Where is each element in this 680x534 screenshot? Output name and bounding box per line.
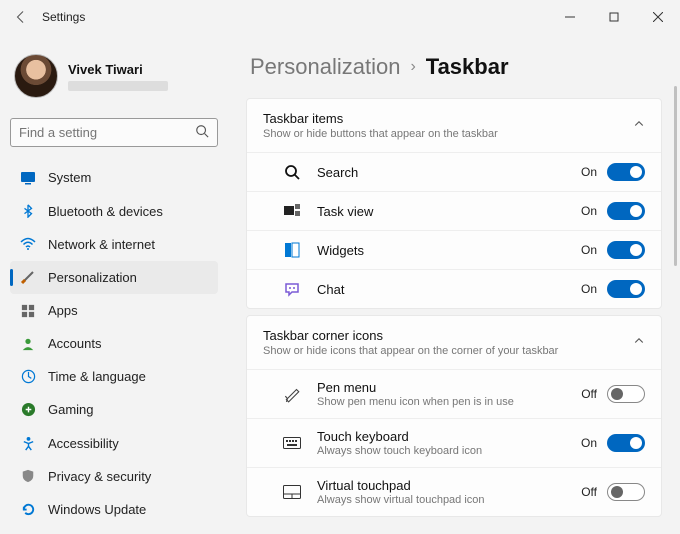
- row-task-view: Task view On: [247, 191, 661, 230]
- chevron-right-icon: ›: [410, 58, 415, 76]
- breadcrumb: Personalization › Taskbar: [250, 54, 662, 80]
- update-icon: [20, 501, 36, 517]
- toggle-virtual-touchpad[interactable]: [607, 483, 645, 501]
- maximize-button[interactable]: [592, 2, 636, 32]
- toggle-task-view[interactable]: [607, 202, 645, 220]
- titlebar: Settings: [0, 0, 680, 34]
- toggle-pen-menu[interactable]: [607, 385, 645, 403]
- system-icon: [20, 170, 36, 186]
- row-chat: Chat On: [247, 269, 661, 308]
- corner-icons-header[interactable]: Taskbar corner icons Show or hide icons …: [247, 316, 661, 369]
- close-button[interactable]: [636, 2, 680, 32]
- profile-email-redacted: [68, 81, 168, 91]
- chevron-up-icon: [633, 118, 645, 133]
- row-search: Search On: [247, 152, 661, 191]
- sidebar-item-privacy-security[interactable]: Privacy & security: [10, 460, 218, 493]
- back-button[interactable]: [12, 8, 30, 26]
- main-content: Personalization › Taskbar Taskbar items …: [228, 34, 680, 534]
- window-title: Settings: [42, 10, 85, 24]
- sidebar-item-personalization[interactable]: Personalization: [10, 261, 218, 294]
- sidebar-item-system[interactable]: System: [10, 161, 218, 194]
- breadcrumb-parent[interactable]: Personalization: [250, 54, 400, 80]
- row-touch-keyboard: Touch keyboard Always show touch keyboar…: [247, 418, 661, 467]
- avatar: [14, 54, 58, 98]
- window-controls: [548, 2, 680, 32]
- row-widgets: Widgets On: [247, 230, 661, 269]
- search-input[interactable]: [19, 125, 195, 140]
- pen-icon: [283, 385, 301, 403]
- sidebar-item-apps[interactable]: Apps: [10, 294, 218, 327]
- apps-icon: [20, 303, 36, 319]
- sidebar-item-time-language[interactable]: Time & language: [10, 360, 218, 393]
- search-box[interactable]: [10, 118, 218, 147]
- search-row-icon: [283, 163, 301, 181]
- toggle-chat[interactable]: [607, 280, 645, 298]
- gaming-icon: [20, 402, 36, 418]
- breadcrumb-current: Taskbar: [426, 54, 509, 80]
- chat-icon: [283, 280, 301, 298]
- profile-name: Vivek Tiwari: [68, 62, 168, 77]
- sidebar-item-accessibility[interactable]: Accessibility: [10, 427, 218, 460]
- scrollbar[interactable]: [674, 86, 677, 266]
- settings-window: Settings Vivek Tiwari: [0, 0, 680, 534]
- sidebar-item-bluetooth[interactable]: Bluetooth & devices: [10, 194, 218, 227]
- sidebar-item-windows-update[interactable]: Windows Update: [10, 493, 218, 526]
- row-pen-menu: Pen menu Show pen menu icon when pen is …: [247, 369, 661, 418]
- toggle-widgets[interactable]: [607, 241, 645, 259]
- bluetooth-icon: [20, 203, 36, 219]
- toggle-search[interactable]: [607, 163, 645, 181]
- globe-clock-icon: [20, 369, 36, 385]
- chevron-up-icon: [633, 335, 645, 350]
- brush-icon: [20, 269, 36, 285]
- touchpad-icon: [283, 483, 301, 501]
- row-virtual-touchpad: Virtual touchpad Always show virtual tou…: [247, 467, 661, 516]
- accessibility-icon: [20, 435, 36, 451]
- wifi-icon: [20, 236, 36, 252]
- person-icon: [20, 336, 36, 352]
- corner-icons-section: Taskbar corner icons Show or hide icons …: [246, 315, 662, 517]
- taskbar-items-header[interactable]: Taskbar items Show or hide buttons that …: [247, 99, 661, 152]
- task-view-icon: [283, 202, 301, 220]
- sidebar-item-gaming[interactable]: Gaming: [10, 393, 218, 426]
- keyboard-icon: [283, 434, 301, 452]
- toggle-touch-keyboard[interactable]: [607, 434, 645, 452]
- widgets-icon: [283, 241, 301, 259]
- search-icon: [195, 124, 209, 141]
- shield-icon: [20, 468, 36, 484]
- profile-block[interactable]: Vivek Tiwari: [10, 42, 218, 114]
- sidebar-item-accounts[interactable]: Accounts: [10, 327, 218, 360]
- minimize-button[interactable]: [548, 2, 592, 32]
- sidebar: Vivek Tiwari System Bluetooth & devices: [0, 34, 228, 534]
- sidebar-item-network[interactable]: Network & internet: [10, 228, 218, 261]
- taskbar-items-section: Taskbar items Show or hide buttons that …: [246, 98, 662, 309]
